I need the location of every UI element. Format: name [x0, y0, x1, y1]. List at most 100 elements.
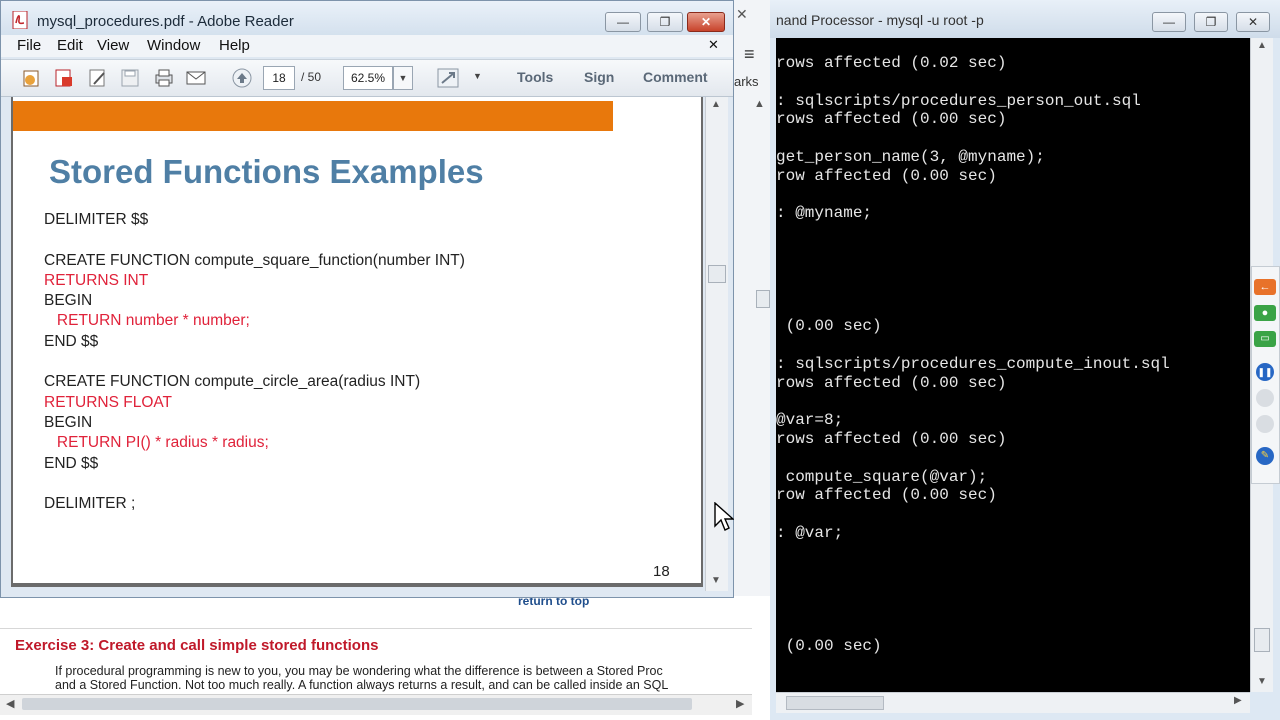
terminal-scroll-thumb[interactable] — [1254, 628, 1270, 652]
window-title: mysql_procedures.pdf - Adobe Reader — [37, 13, 294, 30]
code-line: RETURN PI() * radius * radius; — [44, 434, 269, 452]
open-file-icon[interactable] — [21, 68, 43, 88]
scroll-up-icon[interactable]: ▲ — [711, 99, 721, 110]
pdf-icon — [11, 10, 31, 30]
scroll-left-icon[interactable]: ◀ — [6, 697, 14, 710]
scroll-down-icon[interactable]: ▼ — [1257, 676, 1267, 687]
document-view[interactable]: Stored Functions Examples DELIMITER $$ CR… — [11, 97, 703, 587]
zoom-dropdown-icon[interactable]: ▼ — [393, 66, 413, 90]
save-icon[interactable] — [119, 68, 141, 88]
terminal-line: rows affected (0.02 sec) — [776, 54, 1007, 72]
page-number-input[interactable]: 18 — [263, 66, 295, 90]
reader-scroll-thumb[interactable] — [708, 265, 726, 283]
background-document: return to top Exercise 3: Create and cal… — [0, 594, 770, 720]
edit-icon[interactable] — [87, 68, 109, 88]
code-line: CREATE FUNCTION compute_square_function(… — [44, 251, 465, 269]
pdf-page: Stored Functions Examples DELIMITER $$ CR… — [13, 97, 701, 583]
terminal-line: (0.00 sec) — [776, 317, 882, 336]
terminal-line: : sqlscripts/procedures_person_out.sql — [776, 91, 1141, 110]
minimize-button[interactable]: — — [1152, 12, 1186, 32]
chevron-down-icon[interactable]: ▼ — [473, 71, 482, 81]
print-icon[interactable] — [153, 68, 175, 88]
record-icon[interactable] — [1256, 415, 1274, 433]
doc-horizontal-scrollbar[interactable]: ◀ ▶ — [0, 694, 752, 715]
create-pdf-icon[interactable] — [53, 68, 75, 88]
terminal-line: rows affected (0.00 sec) — [776, 373, 1007, 392]
menu-edit[interactable]: Edit — [57, 37, 83, 54]
menu-window[interactable]: Window — [147, 37, 200, 54]
menu-view[interactable]: View — [97, 37, 129, 54]
terminal-line: row affected (0.00 sec) — [776, 486, 997, 505]
terminal-line: (0.00 sec) — [776, 636, 882, 655]
toolbar: 18 / 50 62.5% ▼ ▼ Tools Sign Comment — [1, 59, 733, 97]
paragraph-line-2: and a Stored Function. Not too much real… — [55, 678, 669, 692]
paragraph-line-1: If procedural programming is new to you,… — [55, 664, 663, 678]
close-document-icon[interactable]: ✕ — [708, 37, 719, 53]
terminal-hscroll-thumb[interactable] — [786, 696, 884, 710]
terminal-horizontal-scrollbar[interactable]: ▶ — [776, 692, 1250, 713]
pause-icon[interactable]: ❚❚ — [1256, 363, 1274, 381]
close-icon[interactable]: ✕ — [736, 6, 748, 23]
scroll-right-icon[interactable]: ▶ — [736, 697, 744, 710]
terminal-title: nand Processor - mysql -u root -p — [776, 12, 984, 28]
maximize-button[interactable]: ❐ — [647, 12, 683, 32]
comment-button[interactable]: Comment — [643, 69, 708, 85]
scroll-up-icon[interactable]: ▲ — [754, 98, 765, 110]
terminal-line: : @var; — [776, 523, 844, 542]
menu-bar: File Edit View Window Help ✕ — [1, 35, 733, 57]
minimize-button[interactable]: — — [605, 12, 641, 32]
tools-button[interactable]: Tools — [517, 69, 553, 85]
terminal-output: rows affected (0.02 sec) : sqlscripts/pro… — [776, 54, 1170, 656]
code-line: RETURN number * number; — [44, 312, 250, 330]
sign-button[interactable]: Sign — [584, 69, 614, 85]
doc-scroll-thumb[interactable] — [22, 698, 692, 710]
code-line: DELIMITER $$ — [44, 211, 149, 228]
pen-icon[interactable]: ✎ — [1256, 447, 1274, 465]
close-button[interactable]: ✕ — [1236, 12, 1270, 32]
menu-help[interactable]: Help — [219, 37, 250, 54]
scroll-right-icon[interactable]: ▶ — [1234, 695, 1242, 706]
terminal-line: rows affected (0.00 sec) — [776, 429, 1007, 448]
scroll-thumb[interactable] — [756, 290, 770, 308]
scroll-up-icon[interactable]: ▲ — [1257, 40, 1267, 51]
terminal-line: @var=8; — [776, 411, 844, 430]
scroll-down-icon[interactable]: ▼ — [711, 575, 721, 586]
microphone-icon[interactable]: ● — [1254, 305, 1276, 321]
stop-icon[interactable] — [1256, 389, 1274, 407]
orange-banner — [13, 101, 613, 131]
terminal-line: compute_square(@var); — [776, 467, 988, 486]
terminal-screen[interactable]: rows affected (0.02 sec) : sqlscripts/pro… — [776, 38, 1250, 692]
page-total: / 50 — [301, 70, 322, 84]
email-icon[interactable] — [185, 68, 207, 88]
close-button[interactable]: ✕ — [687, 12, 725, 32]
recorder-toolbar: ← ● ▭ ❚❚ ✎ — [1251, 266, 1280, 484]
terminal-line: rows affected (0.00 sec) — [776, 110, 1007, 129]
code-line: DELIMITER ; — [44, 495, 136, 513]
zoom-input[interactable]: 62.5% — [343, 66, 393, 90]
previous-page-icon[interactable] — [231, 68, 253, 88]
maximize-button[interactable]: ❐ — [1194, 12, 1228, 32]
menu-icon[interactable]: ≡ — [744, 44, 755, 65]
fit-page-icon[interactable] — [437, 68, 459, 88]
mouse-cursor-icon — [714, 501, 735, 537]
code-line: RETURNS FLOAT — [44, 393, 173, 411]
slide-heading: Stored Functions Examples — [49, 153, 484, 190]
terminal-line: get_person_name(3, @myname); — [776, 147, 1045, 166]
slide-page-number: 18 — [653, 563, 670, 580]
code-line: BEGIN — [44, 292, 93, 310]
terminal-line: row affected (0.00 sec) — [776, 166, 997, 185]
terminal-line: : @myname; — [776, 204, 873, 223]
back-arrow-icon[interactable]: ← — [1254, 279, 1276, 295]
adobe-reader-window: mysql_procedures.pdf - Adobe Reader — ❐ … — [0, 0, 734, 598]
screen-icon[interactable]: ▭ — [1254, 331, 1276, 347]
menu-file[interactable]: File — [17, 37, 41, 54]
